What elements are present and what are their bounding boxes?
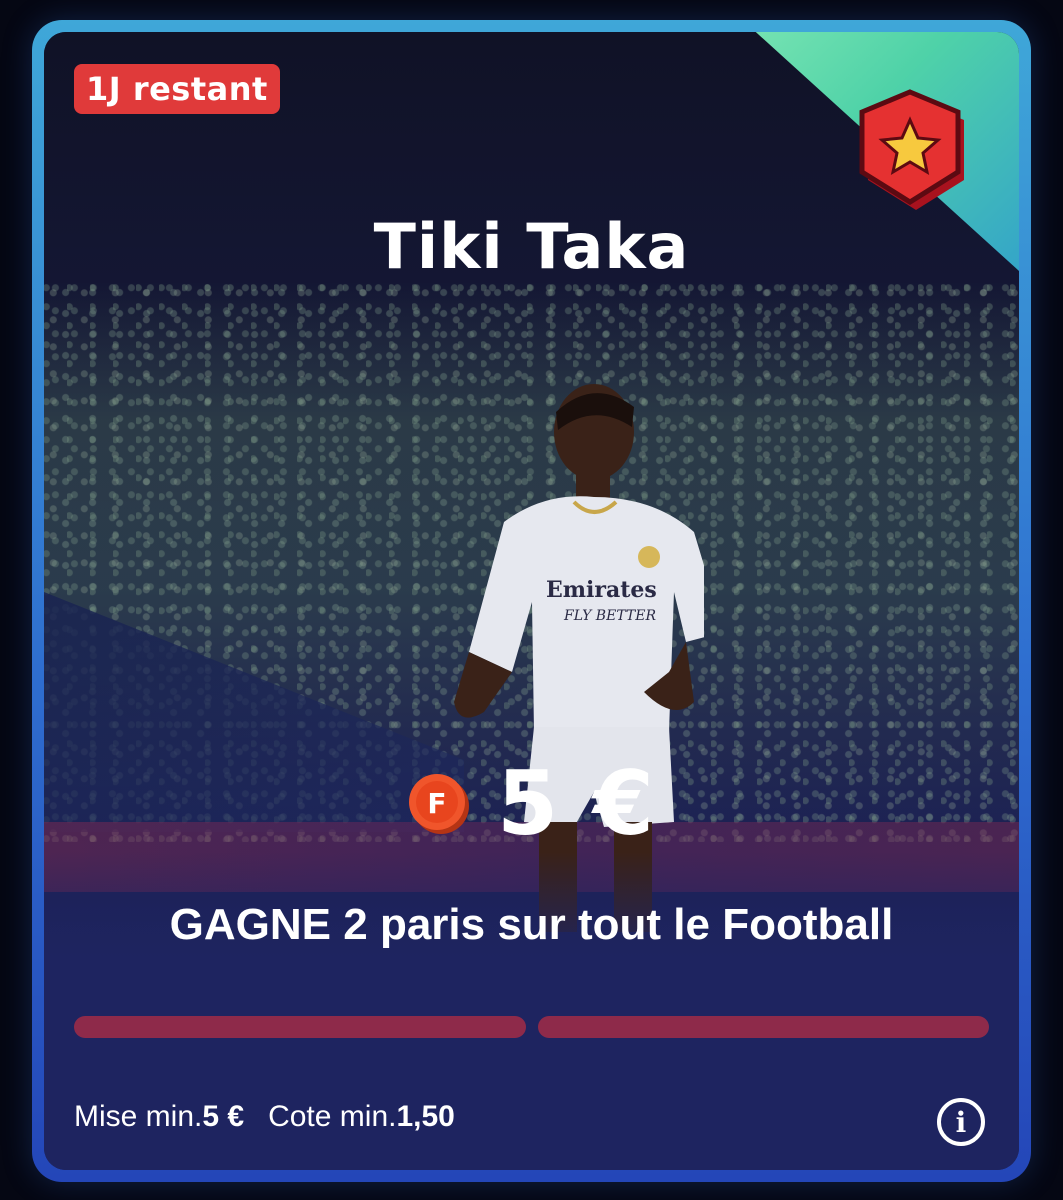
challenge-title: Tiki Taka <box>373 210 690 283</box>
min-odds: Cote min.1,50 <box>268 1100 455 1134</box>
svg-text:Emirates: Emirates <box>546 577 657 603</box>
min-stake-label: Mise min. <box>74 1100 203 1133</box>
time-remaining-badge: 1J restant <box>74 64 280 114</box>
star-badge-icon <box>859 89 964 210</box>
challenge-conditions: Mise min.5 € Cote min.1,50 <box>74 1100 455 1134</box>
info-icon[interactable]: i <box>937 1098 985 1146</box>
min-odds-value: 1,50 <box>396 1100 455 1133</box>
reward-row: F 5 € <box>0 760 1063 848</box>
progress-segment <box>74 1016 526 1038</box>
progress-segment <box>537 1016 989 1038</box>
reward-amount: 5 € <box>496 752 657 855</box>
min-stake: Mise min.5 € <box>74 1100 244 1134</box>
coin-icon: F <box>408 774 469 834</box>
challenge-description: GAGNE 2 paris sur tout le Football <box>169 900 894 949</box>
min-odds-label: Cote min. <box>268 1100 397 1133</box>
svg-text:FLY BETTER: FLY BETTER <box>563 608 656 624</box>
coin-letter: F <box>427 787 446 820</box>
min-stake-value: 5 € <box>202 1100 245 1133</box>
progress-bar <box>74 1016 989 1038</box>
